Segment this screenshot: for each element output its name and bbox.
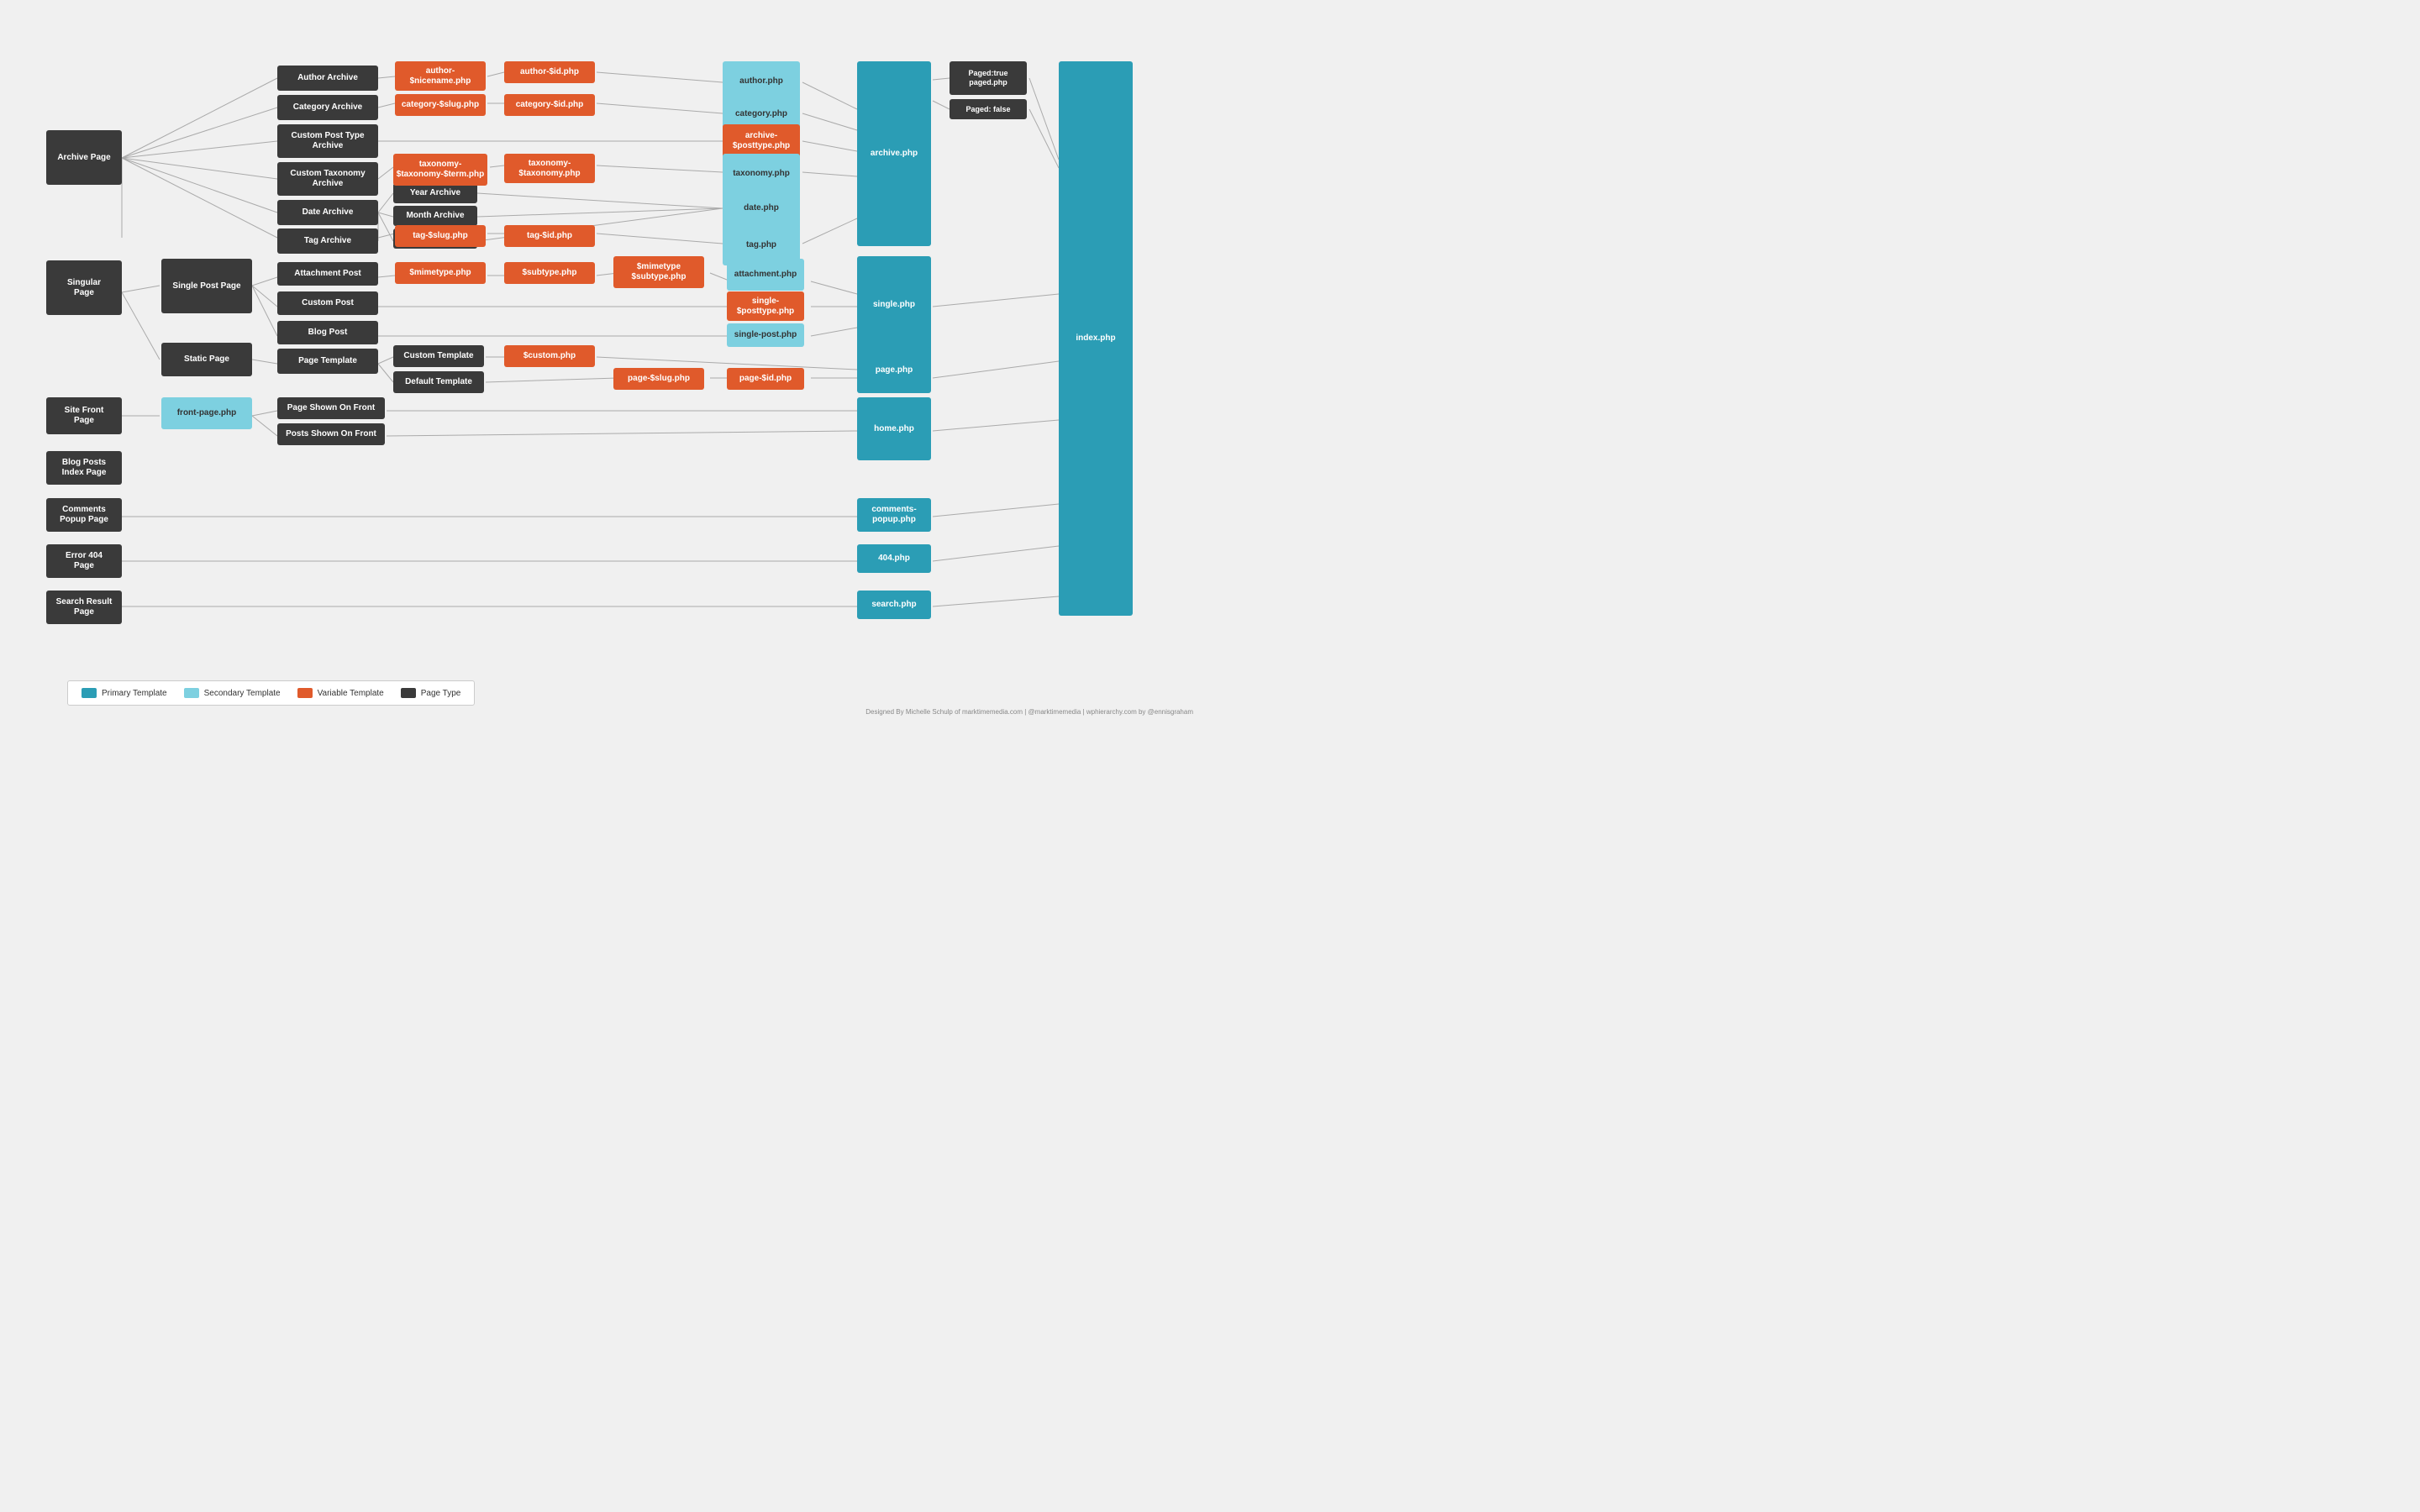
legend-primary-color xyxy=(82,688,97,698)
archive-page-node: Archive Page xyxy=(46,130,122,185)
tag-id-node: tag-$id.php xyxy=(504,225,595,247)
legend-secondary: Secondary Template xyxy=(184,688,281,698)
front-page-php-node: front-page.php xyxy=(161,397,252,429)
author-nicename-node: author-$nicename.php xyxy=(395,61,486,91)
singular-page-node: SingularPage xyxy=(46,260,122,315)
blog-post-node: Blog Post xyxy=(277,321,378,344)
legend-secondary-color xyxy=(184,688,199,698)
legend-primary: Primary Template xyxy=(82,688,167,698)
category-id-node: category-$id.php xyxy=(504,94,595,116)
custom-post-node: Custom Post xyxy=(277,291,378,315)
page-shown-front-node: Page Shown On Front xyxy=(277,397,385,419)
page-slug-node: page-$slug.php xyxy=(613,368,704,390)
legend: Primary Template Secondary Template Vari… xyxy=(67,680,475,706)
author-archive-node: Author Archive xyxy=(277,66,378,91)
tag-archive-node: Tag Archive xyxy=(277,228,378,254)
diagram-container: Archive Page Author Archive Category Arc… xyxy=(0,0,1210,722)
single-post-php-node: single-post.php xyxy=(727,323,804,347)
index-php-node: index.php xyxy=(1059,61,1133,616)
static-page-node: Static Page xyxy=(161,343,252,376)
year-archive-node: Year Archive xyxy=(393,183,477,203)
legend-variable: Variable Template xyxy=(297,688,384,698)
legend-variable-color xyxy=(297,688,313,698)
home-php-node: home.php xyxy=(857,397,931,460)
error-404-php-node: 404.php xyxy=(857,544,931,573)
custom-php-node: $custom.php xyxy=(504,345,595,367)
paged-false-node: Paged: false xyxy=(950,99,1027,119)
attachment-post-node: Attachment Post xyxy=(277,262,378,286)
single-posttype-node: single-$posttype.php xyxy=(727,291,804,321)
page-id-node: page-$id.php xyxy=(727,368,804,390)
legend-page-type-color xyxy=(401,688,416,698)
search-php-node: search.php xyxy=(857,591,931,619)
taxonomy-term-node: taxonomy-$taxonomy-$term.php xyxy=(393,154,487,186)
page-template-node: Page Template xyxy=(277,349,378,374)
custom-taxonomy-archive-node: Custom TaxonomyArchive xyxy=(277,162,378,196)
category-slug-node: category-$slug.php xyxy=(395,94,486,116)
comments-popup-php-node: comments-popup.php xyxy=(857,498,931,532)
tag-slug-node: tag-$slug.php xyxy=(395,225,486,247)
posts-shown-front-node: Posts Shown On Front xyxy=(277,423,385,445)
custom-template-node: Custom Template xyxy=(393,345,484,367)
taxonomy-tax-node: taxonomy-$taxonomy.php xyxy=(504,154,595,183)
default-template-node: Default Template xyxy=(393,371,484,393)
page-php-node: page.php xyxy=(857,347,931,393)
blog-posts-index-node: Blog PostsIndex Page xyxy=(46,451,122,485)
credit-text: Designed By Michelle Schulp of marktimem… xyxy=(865,708,1193,716)
legend-page-type: Page Type xyxy=(401,688,461,698)
attachment-php-node: attachment.php xyxy=(727,259,804,291)
mimetype-subtype-node: $mimetype$subtype.php xyxy=(613,256,704,288)
single-post-page-node: Single Post Page xyxy=(161,259,252,313)
paged-true-node: Paged:truepaged.php xyxy=(950,61,1027,95)
single-php-node: single.php xyxy=(857,256,931,353)
error-404-page-node: Error 404Page xyxy=(46,544,122,578)
custom-post-type-archive-node: Custom Post TypeArchive xyxy=(277,124,378,158)
archive-posttype-node: archive-$posttype.php xyxy=(723,124,800,158)
site-front-page-node: Site FrontPage xyxy=(46,397,122,434)
date-archive-node: Date Archive xyxy=(277,200,378,225)
mimetype-node: $mimetype.php xyxy=(395,262,486,284)
subtype-node: $subtype.php xyxy=(504,262,595,284)
search-result-page-node: Search ResultPage xyxy=(46,591,122,624)
month-archive-node: Month Archive xyxy=(393,206,477,226)
category-archive-node: Category Archive xyxy=(277,95,378,120)
comments-popup-page-node: CommentsPopup Page xyxy=(46,498,122,532)
author-id-node: author-$id.php xyxy=(504,61,595,83)
archive-php-node: archive.php xyxy=(857,61,931,246)
